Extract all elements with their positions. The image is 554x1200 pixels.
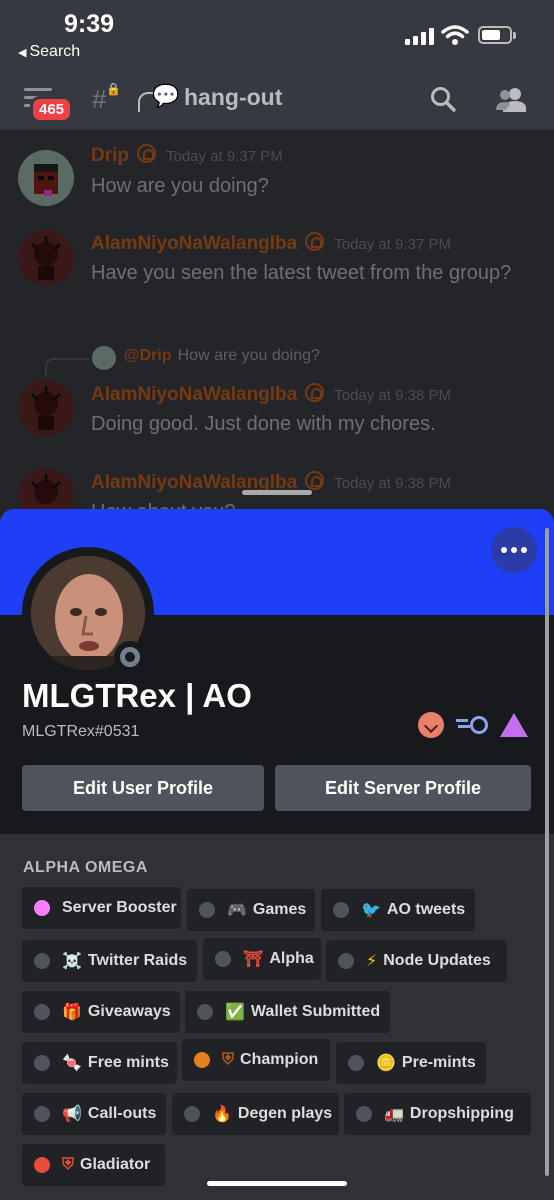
role-chip[interactable]: 🎮 Games bbox=[187, 889, 315, 931]
battery-icon bbox=[478, 26, 516, 44]
coin-icon: 🪙 bbox=[376, 1055, 396, 1072]
edit-user-profile-button[interactable]: Edit User Profile bbox=[22, 765, 264, 811]
profile-badges bbox=[418, 712, 528, 738]
role-chip[interactable]: ✅ Wallet Submitted bbox=[185, 991, 390, 1033]
role-color-dot bbox=[215, 951, 231, 967]
offline-status-indicator bbox=[114, 641, 146, 673]
unread-badge: 465 bbox=[30, 96, 74, 123]
torii-icon: ⛩ bbox=[243, 951, 264, 968]
sheet-scrollbar[interactable] bbox=[545, 528, 549, 1176]
user-profile-sheet: MLGTRex | AO MLGTRex#0531 Edit User Prof… bbox=[0, 509, 554, 1200]
role-chip[interactable]: Server Booster bbox=[22, 887, 181, 929]
check-mark-icon: ✅ bbox=[225, 1004, 245, 1021]
fire-icon: 🔥 bbox=[212, 1106, 232, 1123]
skull-icon: ☠️ bbox=[62, 953, 82, 970]
role-color-dot bbox=[34, 1106, 50, 1122]
server-section-title: ALPHA OMEGA bbox=[23, 859, 148, 876]
role-color-dot bbox=[338, 953, 354, 969]
role-color-dot bbox=[348, 1055, 364, 1071]
role-chip[interactable]: 🍬 Free mints bbox=[22, 1042, 177, 1084]
clock: 9:39 bbox=[64, 10, 115, 38]
gift-icon: 🎁 bbox=[62, 1004, 82, 1021]
lightning-icon: ⚡ bbox=[366, 953, 378, 970]
role-color-dot bbox=[34, 1157, 50, 1173]
bird-icon: 🐦 bbox=[361, 902, 381, 919]
role-chip[interactable]: ⚡ Node Updates bbox=[326, 940, 507, 982]
role-chip[interactable]: 🔥 Degen plays bbox=[172, 1093, 339, 1135]
role-color-dot bbox=[333, 902, 349, 918]
cellular-signal-icon bbox=[405, 28, 434, 45]
truck-icon: 🚛 bbox=[384, 1106, 404, 1123]
role-color-dot bbox=[34, 1004, 50, 1020]
roles-panel: ALPHA OMEGA Server Booster 🎮 Games 🐦 AO tw… bbox=[0, 834, 554, 1200]
role-color-dot bbox=[184, 1106, 200, 1122]
wifi-icon bbox=[441, 25, 469, 45]
more-options-button[interactable] bbox=[491, 527, 537, 573]
role-chip[interactable]: 🐦 AO tweets bbox=[321, 889, 475, 931]
search-icon[interactable] bbox=[430, 86, 456, 112]
role-color-dot bbox=[356, 1106, 372, 1122]
role-chip[interactable]: 🚛 Dropshipping bbox=[344, 1093, 531, 1135]
role-color-dot bbox=[197, 1004, 213, 1020]
members-icon[interactable] bbox=[496, 86, 526, 112]
channel-header: 465 # 🔒 💬 hang-out bbox=[0, 72, 554, 130]
role-chip[interactable]: 🪙 Pre-mints bbox=[336, 1042, 486, 1084]
status-bar: 9:39 ◀ Search bbox=[0, 0, 554, 72]
role-chip[interactable]: ⛨ Gladiator bbox=[22, 1144, 165, 1186]
hypesquad-badge-icon[interactable] bbox=[500, 713, 528, 737]
role-color-dot bbox=[34, 953, 50, 969]
profile-user-tag[interactable]: MLGTRex#0531 bbox=[22, 723, 139, 741]
role-color-dot bbox=[194, 1052, 210, 1068]
private-channel-icon: # 🔒 bbox=[92, 82, 121, 114]
nitro-badge-icon[interactable] bbox=[418, 712, 444, 738]
message-list[interactable]: Drip Today at 9:37 PM How are you doing? … bbox=[0, 130, 554, 520]
sheet-backdrop[interactable] bbox=[0, 130, 554, 520]
megaphone-icon: 📢 bbox=[62, 1106, 82, 1123]
back-arrow-icon: ◀ bbox=[18, 47, 27, 59]
sheet-drag-handle[interactable] bbox=[242, 490, 312, 495]
back-label: Search bbox=[29, 43, 81, 60]
crest-icon: ⛨ bbox=[222, 1051, 235, 1068]
candy-icon: 🍬 bbox=[62, 1055, 82, 1072]
role-color-dot bbox=[34, 1055, 50, 1071]
edit-server-profile-button[interactable]: Edit Server Profile bbox=[275, 765, 531, 811]
role-chip[interactable]: ☠️ Twitter Raids bbox=[22, 940, 197, 982]
role-chip[interactable]: ⛩ Alpha bbox=[203, 938, 321, 980]
channel-name[interactable]: hang-out bbox=[184, 84, 282, 111]
role-color-dot bbox=[34, 900, 50, 916]
role-color-dot bbox=[199, 902, 215, 918]
back-to-search-link[interactable]: ◀ Search bbox=[18, 43, 80, 61]
role-chip[interactable]: 🎁 Giveaways bbox=[22, 991, 180, 1033]
crest-icon: ⛨ bbox=[62, 1156, 75, 1173]
profile-display-name: MLGTRex | AO bbox=[22, 677, 252, 714]
gamepad-icon: 🎮 bbox=[227, 902, 247, 919]
role-chip[interactable]: 📢 Call-outs bbox=[22, 1093, 166, 1135]
speech-bubble-icon: 💬 bbox=[152, 83, 180, 108]
role-chip[interactable]: ⛨ Champion bbox=[182, 1039, 330, 1081]
server-boost-badge-icon[interactable] bbox=[456, 714, 488, 736]
home-indicator[interactable] bbox=[207, 1181, 347, 1186]
